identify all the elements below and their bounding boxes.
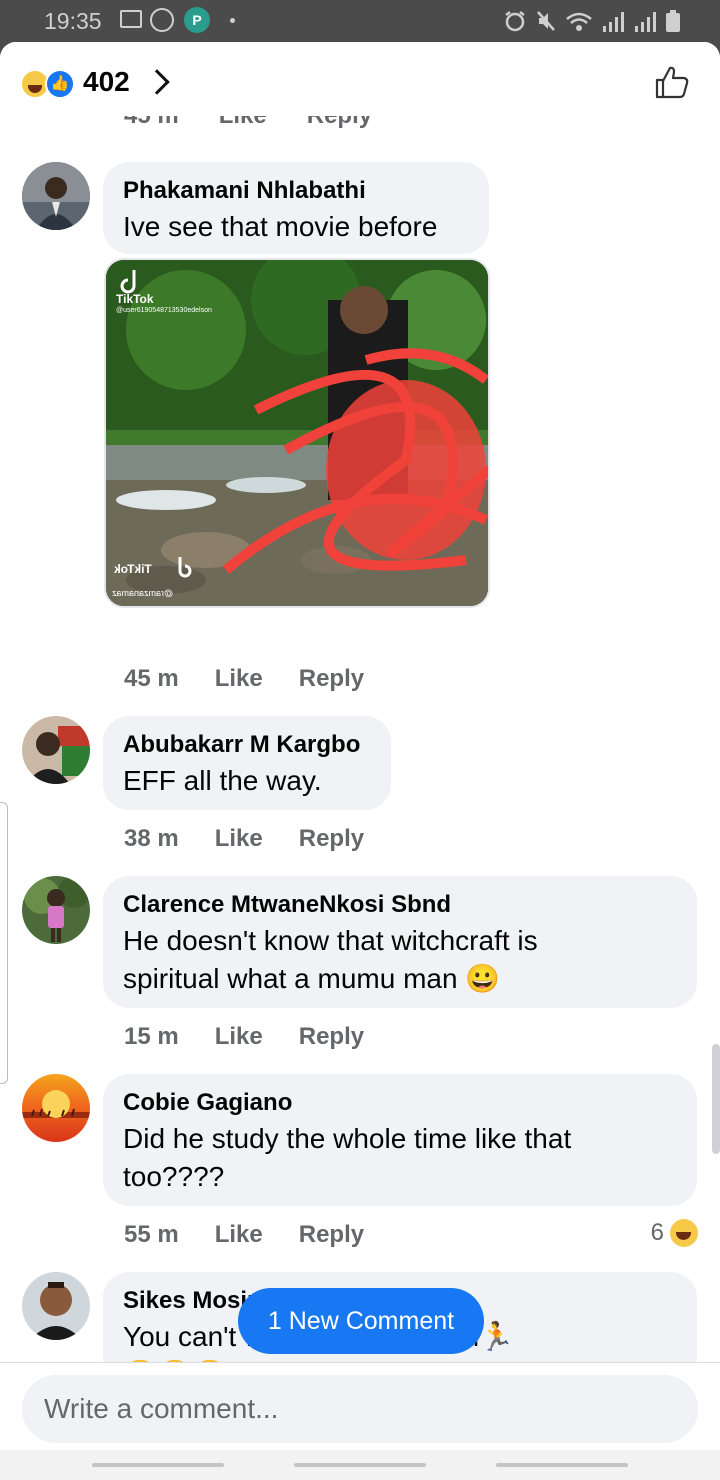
notification-dot-icon — [230, 18, 235, 23]
like-link[interactable]: Like — [219, 116, 267, 130]
reply-link[interactable]: Reply — [299, 1023, 364, 1051]
avatar[interactable] — [22, 1272, 90, 1340]
comment-text-line: too???? — [123, 1161, 225, 1192]
reply-link[interactable]: Reply — [307, 116, 372, 130]
comment-text: Ive see that movie before — [123, 211, 438, 242]
side-handle[interactable] — [0, 802, 8, 1084]
mute-icon — [537, 11, 555, 31]
chevron-right-icon[interactable] — [144, 69, 170, 95]
comment-reactions[interactable]: 6 — [651, 1219, 698, 1247]
comment-time: 15 m — [124, 1023, 179, 1050]
avatar-image — [22, 162, 90, 230]
status-right-icons — [504, 10, 680, 32]
comment-author[interactable]: Clarence MtwaneNkosi Sbnd — [123, 890, 677, 920]
comment-list: 45 m Like Reply Phakamani Nhlabathi Ive … — [0, 116, 720, 1364]
like-link[interactable]: Like — [215, 1221, 263, 1249]
reply-link[interactable]: Reply — [299, 665, 364, 693]
comment-text-line: spiritual what a mumu man 😀 — [123, 963, 501, 994]
previous-comment-meta: 45 m Like Reply — [124, 116, 372, 130]
comment-bubble[interactable]: Phakamani Nhlabathi Ive see that movie b… — [103, 162, 489, 254]
comments-sheet: 👍 402 45 m Like Reply Phakamani Nhlabath — [0, 42, 720, 1480]
signal-icon — [603, 12, 624, 32]
comment-reaction-count: 6 — [650, 1219, 664, 1246]
like-link[interactable]: Like — [215, 1023, 263, 1051]
wifi-icon — [566, 12, 592, 31]
comment-meta: 15 m Like Reply — [124, 1023, 364, 1051]
like-link[interactable]: Like — [215, 665, 263, 693]
avatar[interactable] — [22, 876, 90, 944]
nav-recents[interactable] — [92, 1463, 224, 1467]
haha-icon — [670, 1219, 698, 1247]
avatar[interactable] — [22, 716, 90, 784]
comment-author[interactable]: Cobie Gagiano — [123, 1088, 677, 1118]
like-outline-icon[interactable] — [654, 64, 690, 100]
reply-link[interactable]: Reply — [299, 825, 364, 853]
comment-text: EFF all the way. — [123, 765, 322, 796]
comment-time: 45 m — [124, 665, 179, 692]
comment-text-line: Did he study the whole time like that — [123, 1123, 572, 1154]
tiktok-brand-mirrored: TikTok — [114, 562, 152, 576]
tiktok-brand: TikTok — [116, 292, 154, 306]
avatar[interactable] — [22, 1074, 90, 1142]
comment-author[interactable]: Abubakarr M Kargbo — [123, 730, 371, 760]
comment-time: 38 m — [124, 825, 179, 852]
reply-link[interactable]: Reply — [299, 1221, 364, 1249]
signal-icon — [635, 12, 656, 32]
nav-home[interactable] — [294, 1463, 426, 1467]
system-nav-bar — [0, 1450, 720, 1480]
comment-bubble[interactable]: Clarence MtwaneNkosi Sbnd He doesn't kno… — [103, 876, 697, 1008]
status-bar: 19:35 P — [0, 0, 720, 42]
comment-bubble[interactable]: Abubakarr M Kargbo EFF all the way. — [103, 716, 391, 810]
avatar[interactable] — [22, 162, 90, 230]
status-time: 19:35 — [44, 8, 102, 34]
gallery-icon — [120, 10, 142, 28]
whatsapp-icon — [150, 8, 174, 32]
alarm-icon — [505, 11, 525, 32]
comment-author[interactable]: Phakamani Nhlabathi — [123, 176, 469, 206]
avatar-image — [22, 1074, 90, 1142]
comment-bubble[interactable]: Cobie Gagiano Did he study the whole tim… — [103, 1074, 697, 1206]
comment-meta: 45 m Like Reply — [124, 665, 364, 693]
comment-meta: 55 m Like Reply — [124, 1221, 364, 1249]
comment-time: 55 m — [124, 1221, 179, 1248]
comment-media[interactable]: TikTok @user6190548713530edelson TikTok … — [104, 258, 490, 608]
like-link[interactable]: Like — [215, 825, 263, 853]
comment-text-line: He doesn't know that witchcraft is — [123, 925, 538, 956]
tiktok-user-mirrored: @ramzanamaz — [112, 588, 174, 598]
battery-icon — [666, 10, 680, 32]
comment-time: 45 m — [124, 116, 179, 130]
comment-input[interactable]: Write a comment... — [22, 1375, 698, 1443]
nav-back[interactable] — [496, 1463, 628, 1467]
avatar-image — [22, 716, 90, 784]
like-icon: 👍 — [45, 69, 75, 99]
scrollbar[interactable] — [712, 1044, 720, 1154]
avatar-image — [22, 1272, 90, 1340]
new-comment-button[interactable]: 1 New Comment — [238, 1288, 484, 1354]
reaction-count[interactable]: 402 — [83, 66, 130, 98]
comment-meta: 38 m Like Reply — [124, 825, 364, 853]
reactions-header[interactable]: 👍 402 — [0, 42, 720, 116]
tiktok-user: @user6190548713530edelson — [116, 307, 212, 314]
avatar-image — [22, 876, 90, 944]
pidgey-icon: P — [184, 7, 210, 33]
